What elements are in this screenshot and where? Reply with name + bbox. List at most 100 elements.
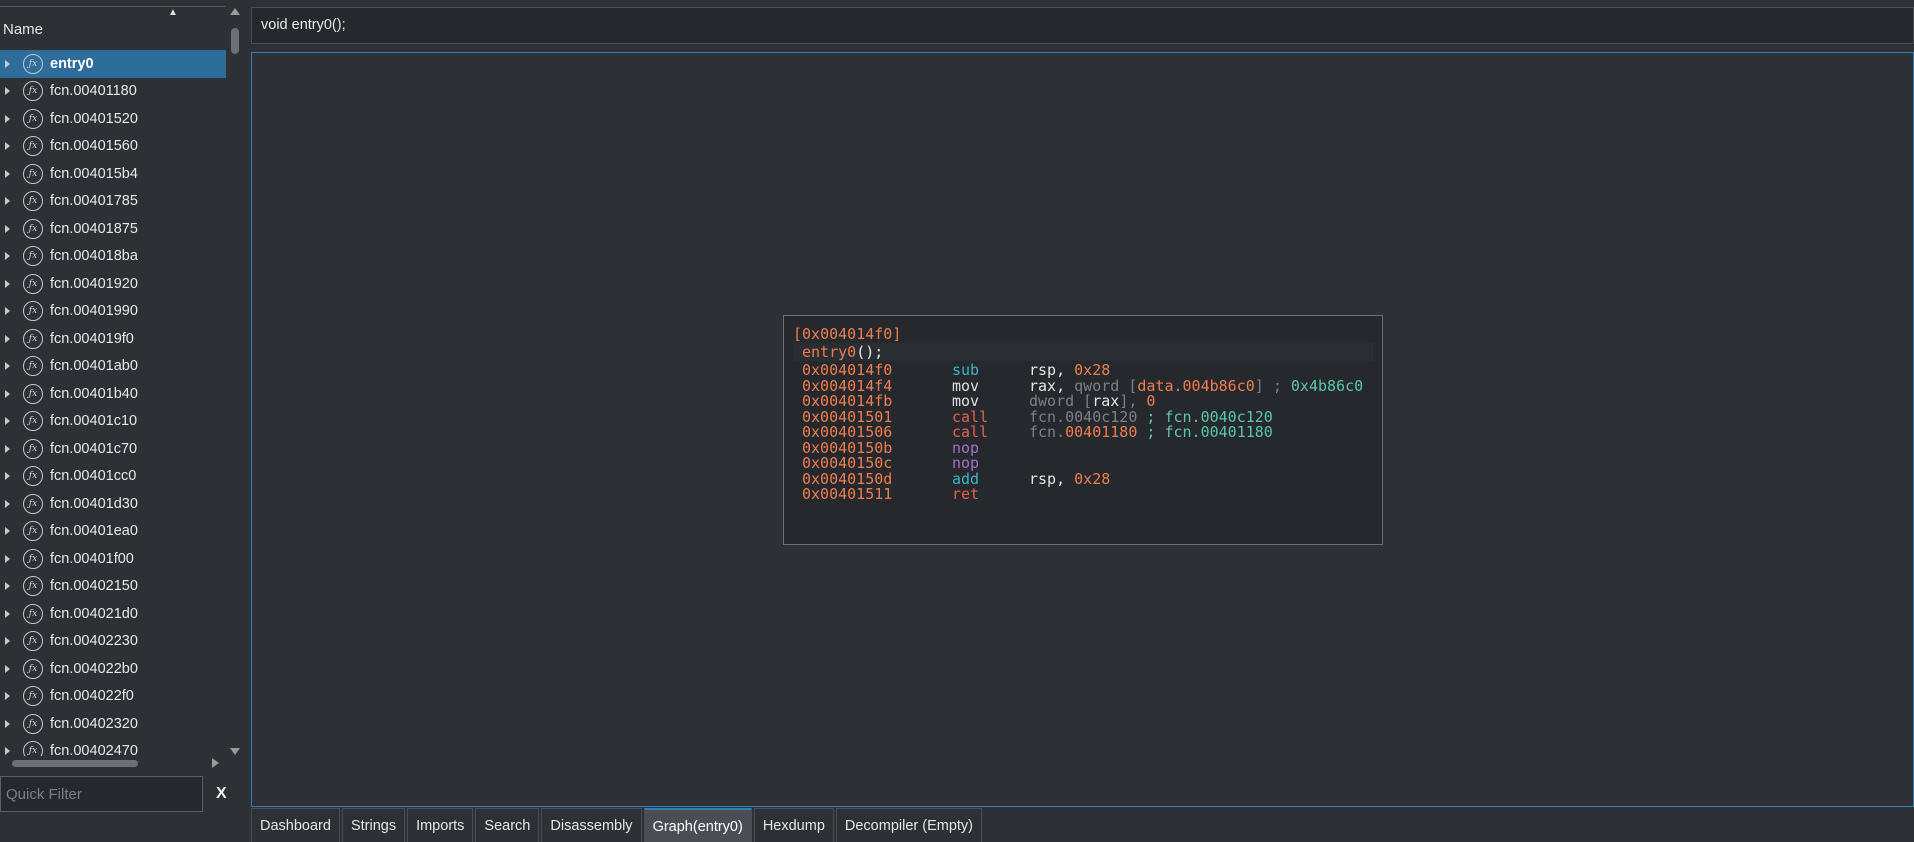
- expand-arrow-icon[interactable]: [5, 499, 10, 508]
- expand-arrow-icon[interactable]: [5, 664, 10, 673]
- expand-arrow-icon[interactable]: [5, 224, 10, 233]
- expand-arrow-icon[interactable]: [5, 554, 10, 563]
- function-name: fcn.00402150: [50, 578, 138, 595]
- expand-arrow-icon[interactable]: [5, 334, 10, 343]
- expand-arrow-icon[interactable]: [5, 279, 10, 288]
- expand-arrow-icon[interactable]: [5, 527, 10, 536]
- tab-hexdump[interactable]: Hexdump: [753, 808, 834, 842]
- expand-arrow-icon[interactable]: [5, 114, 10, 123]
- column-header[interactable]: ▲ Name: [0, 6, 226, 44]
- scroll-up-icon[interactable]: [230, 8, 240, 15]
- tab-dashboard[interactable]: Dashboard: [251, 808, 340, 842]
- tab-disassembly[interactable]: Disassembly: [541, 808, 642, 842]
- function-list-item[interactable]: ƒx fcn.00401ab0: [0, 353, 226, 381]
- function-icon: ƒx: [23, 658, 43, 679]
- function-icon: ƒx: [23, 493, 43, 514]
- function-list-item[interactable]: ƒx fcn.00401d30: [0, 490, 226, 518]
- function-list-item[interactable]: ƒx fcn.00401560: [0, 133, 226, 161]
- function-signature-bar: void entry0();: [251, 7, 1914, 44]
- tab-strings[interactable]: Strings: [341, 808, 406, 842]
- function-list-item[interactable]: ƒx fcn.00401cc0: [0, 463, 226, 491]
- expand-arrow-icon[interactable]: [5, 252, 10, 261]
- expand-arrow-icon[interactable]: [5, 142, 10, 151]
- function-name: fcn.00401d30: [50, 495, 138, 512]
- function-list-item[interactable]: ƒx entry0: [0, 50, 226, 78]
- expand-arrow-icon[interactable]: [5, 362, 10, 371]
- function-list-item[interactable]: ƒx fcn.00402150: [0, 573, 226, 601]
- function-icon: ƒx: [23, 163, 43, 184]
- function-list-item[interactable]: ƒx fcn.00401c10: [0, 408, 226, 436]
- tab-graph-entry0[interactable]: Graph(entry0): [643, 808, 752, 842]
- expand-arrow-icon[interactable]: [5, 719, 10, 728]
- function-name: fcn.004022b0: [50, 660, 138, 677]
- function-name: fcn.00402230: [50, 633, 138, 650]
- scrollbar-thumb[interactable]: [231, 28, 239, 54]
- expand-arrow-icon[interactable]: [5, 692, 10, 701]
- expand-arrow-icon[interactable]: [5, 609, 10, 618]
- quick-filter-input[interactable]: [0, 776, 203, 812]
- graph-view[interactable]: [0x004014f0] entry0(); 0x004014f0 sub rsp,…: [251, 52, 1914, 807]
- function-list-item[interactable]: ƒx fcn.00402230: [0, 628, 226, 656]
- function-icon: ƒx: [23, 603, 43, 624]
- expand-arrow-icon[interactable]: [5, 582, 10, 591]
- function-list-item[interactable]: ƒx fcn.00401b40: [0, 380, 226, 408]
- instruction-address: 0x00401511: [802, 485, 893, 503]
- expand-arrow-icon[interactable]: [5, 59, 10, 68]
- function-list-item[interactable]: ƒx fcn.00401990: [0, 298, 226, 326]
- expand-arrow-icon[interactable]: [5, 417, 10, 426]
- functions-list: ƒx entry0 ƒx fcn.00401180 ƒx fcn.00401520 ƒx fc…: [0, 50, 226, 756]
- expand-arrow-icon[interactable]: [5, 87, 10, 96]
- function-list-item[interactable]: ƒx fcn.00402470: [0, 738, 226, 756]
- function-list-item[interactable]: ƒx fcn.00401180: [0, 78, 226, 106]
- tab-imports[interactable]: Imports: [407, 808, 474, 842]
- expand-arrow-icon[interactable]: [5, 444, 10, 453]
- function-list-item[interactable]: ƒx fcn.00401f00: [0, 545, 226, 573]
- tab-decompiler-empty[interactable]: Decompiler (Empty): [835, 808, 982, 842]
- function-icon: ƒx: [23, 191, 43, 212]
- function-list-item[interactable]: ƒx fcn.00401c70: [0, 435, 226, 463]
- function-name: fcn.00401520: [50, 110, 138, 127]
- expand-arrow-icon[interactable]: [5, 389, 10, 398]
- function-name: fcn.00401ab0: [50, 358, 138, 375]
- function-icon: ƒx: [23, 576, 43, 597]
- expand-arrow-icon[interactable]: [5, 307, 10, 316]
- name-column-label[interactable]: Name: [3, 21, 43, 38]
- clear-filter-button[interactable]: X: [216, 785, 227, 803]
- hscrollbar-thumb[interactable]: [12, 760, 138, 767]
- scroll-down-icon[interactable]: [230, 748, 240, 755]
- expand-arrow-icon[interactable]: [5, 472, 10, 481]
- function-list-item[interactable]: ƒx fcn.004022b0: [0, 655, 226, 683]
- instruction-operands: rsp, 0x28: [1029, 470, 1110, 488]
- vertical-scrollbar[interactable]: [229, 8, 242, 756]
- expand-arrow-icon[interactable]: [5, 637, 10, 646]
- sort-ascending-icon: ▲: [168, 7, 178, 18]
- function-list-item[interactable]: ƒx fcn.00401785: [0, 188, 226, 216]
- function-icon: ƒx: [23, 548, 43, 569]
- function-list-item[interactable]: ƒx fcn.004021d0: [0, 600, 226, 628]
- function-name: fcn.004022f0: [50, 688, 134, 705]
- expand-arrow-icon[interactable]: [5, 169, 10, 178]
- function-list-item[interactable]: ƒx fcn.004022f0: [0, 683, 226, 711]
- bottom-tab-bar: Dashboard Strings Imports Search Disassembly…: [251, 808, 984, 842]
- function-list-item[interactable]: ƒx fcn.00402320: [0, 710, 226, 738]
- operand-token: ]: [1254, 376, 1273, 395]
- function-list-item[interactable]: ƒx fcn.00401875: [0, 215, 226, 243]
- expand-arrow-icon[interactable]: [5, 747, 10, 756]
- tab-search[interactable]: Search: [475, 808, 540, 842]
- basic-block-node[interactable]: [0x004014f0] entry0(); 0x004014f0 sub rsp,…: [783, 315, 1383, 545]
- function-list-item[interactable]: ƒx fcn.00401520: [0, 105, 226, 133]
- function-list-item[interactable]: ƒx fcn.004018ba: [0, 243, 226, 271]
- horizontal-scrollbar[interactable]: [0, 756, 228, 770]
- function-name: fcn.00401990: [50, 303, 138, 320]
- expand-arrow-icon[interactable]: [5, 197, 10, 206]
- function-list-item[interactable]: ƒx fcn.00401920: [0, 270, 226, 298]
- operand-token: 0x28: [1074, 469, 1111, 488]
- function-list-item[interactable]: ƒx fcn.004015b4: [0, 160, 226, 188]
- function-icon: ƒx: [23, 466, 43, 487]
- function-list-item[interactable]: ƒx fcn.00401ea0: [0, 518, 226, 546]
- function-name: fcn.00401b40: [50, 385, 138, 402]
- scroll-right-icon[interactable]: [212, 758, 219, 768]
- function-name: fcn.00401180: [50, 83, 137, 100]
- function-list-item[interactable]: ƒx fcn.004019f0: [0, 325, 226, 353]
- function-name: fcn.00401785: [50, 193, 138, 210]
